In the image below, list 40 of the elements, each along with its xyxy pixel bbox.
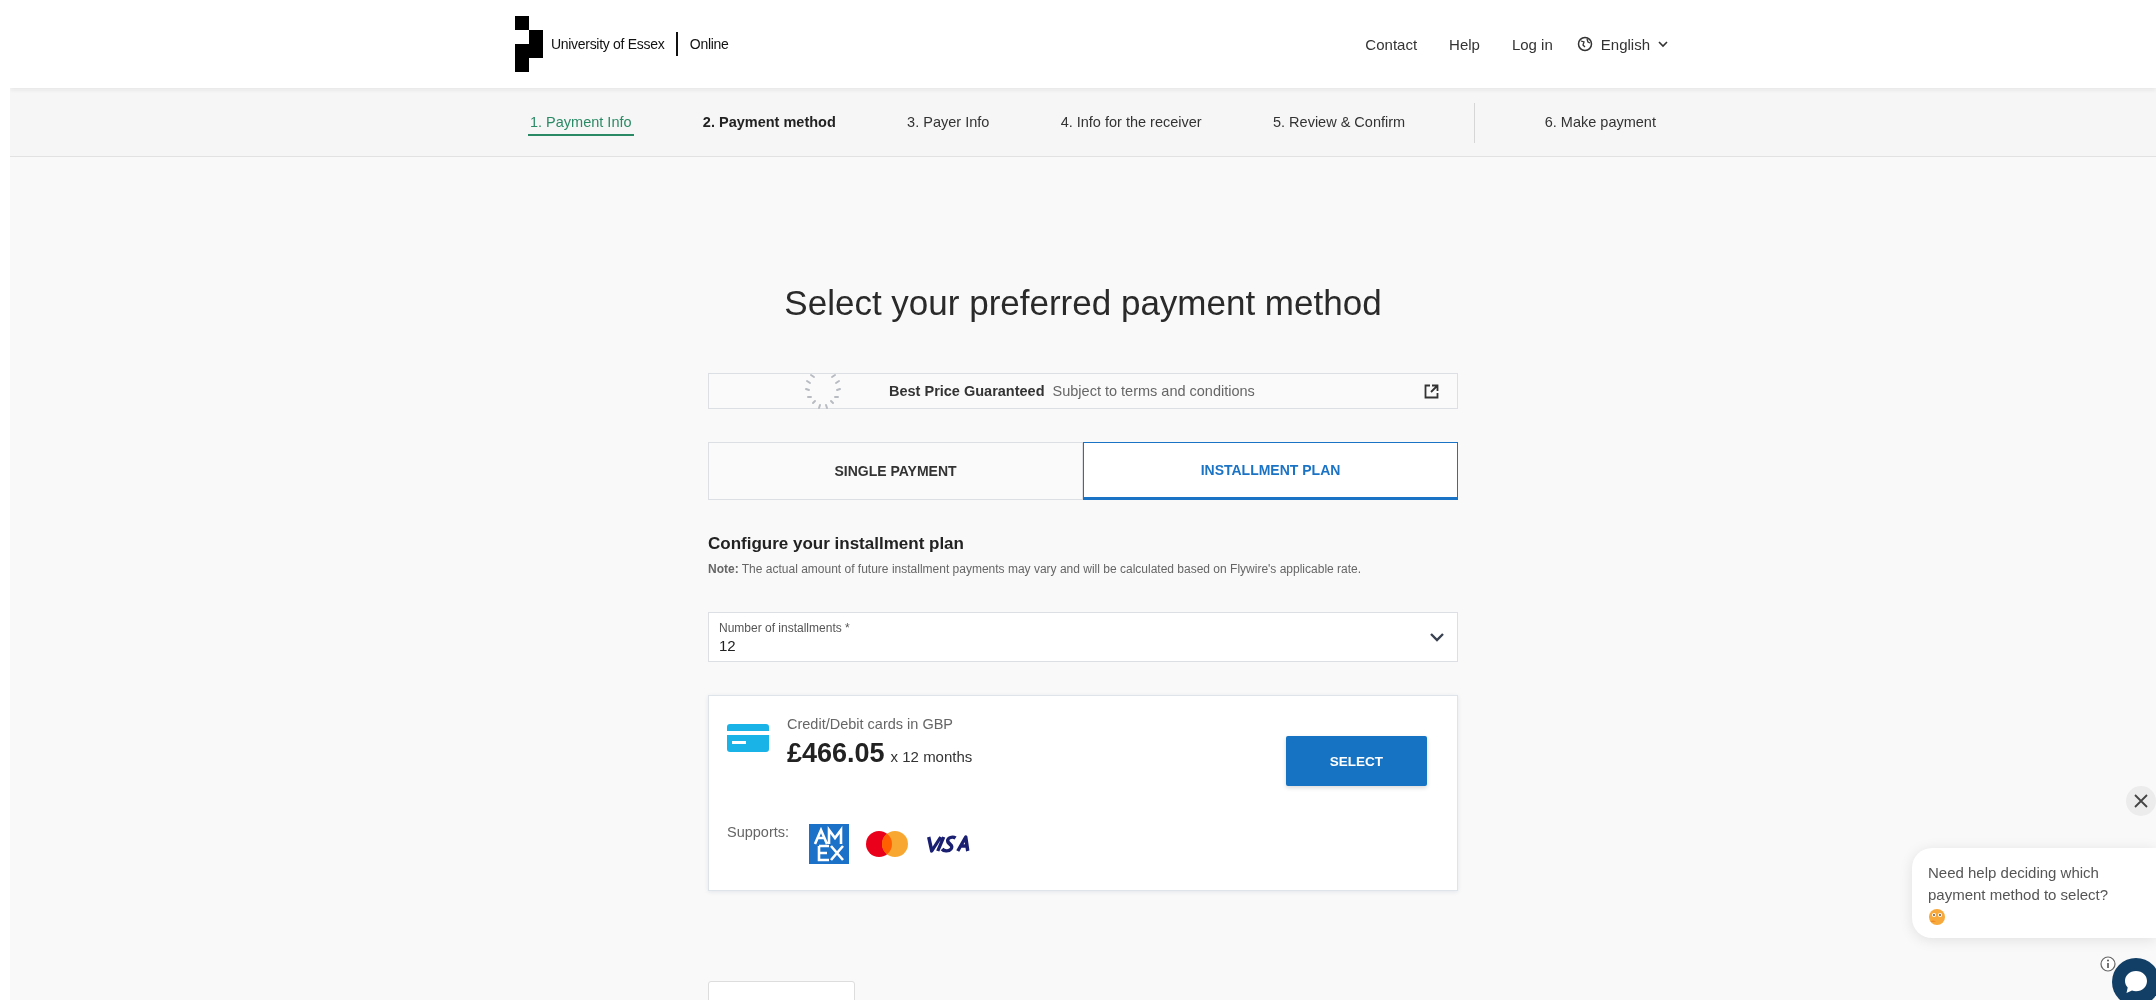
nav-link[interactable]: Contact	[1365, 35, 1418, 53]
guarantee-terms: Subject to terms and conditions	[1052, 383, 1255, 399]
chat-launcher-button[interactable]	[2112, 958, 2156, 1000]
mastercard-logo-icon	[865, 830, 910, 858]
external-link-icon[interactable]	[1424, 383, 1439, 399]
page-title: Select your preferred payment method	[784, 283, 1382, 323]
info-icon[interactable]	[2100, 956, 2116, 972]
close-icon[interactable]	[2126, 786, 2156, 816]
chat-bubble[interactable]: Need help deciding which payment method to select?	[1912, 848, 2156, 938]
installment-amount: £466.05	[787, 738, 885, 769]
option-name: Credit/Debit cards in GBP	[787, 716, 954, 732]
section-heading: Configure your installment plan	[708, 534, 965, 554]
step-label: 3. Payer Info	[906, 113, 991, 132]
payment-type-tab[interactable]: SINGLE PAYMENT	[708, 442, 1083, 500]
select-button[interactable]: SELECT	[1286, 736, 1427, 786]
step-label: 6. Make payment	[1543, 113, 1657, 132]
chevron-down-icon	[1658, 40, 1668, 48]
installment-period: x 12 months	[890, 748, 973, 765]
nav-link[interactable]: Help	[1449, 35, 1480, 53]
language-selector[interactable]: English	[1576, 35, 1668, 53]
guarantee-title: Best Price Guaranteed	[889, 383, 1045, 399]
logo-suffix: Online	[689, 36, 729, 52]
step-label: 1. Payment Info	[528, 110, 634, 136]
globe-icon	[1576, 36, 1593, 52]
supports-label: Supports:	[727, 824, 790, 840]
credit-card-icon	[727, 724, 769, 752]
thinking-face-icon	[1928, 907, 1946, 926]
speech-bubble-icon	[2123, 969, 2149, 995]
payment-type-tab[interactable]: INSTALLMENT PLAN	[1083, 442, 1458, 500]
amex-logo-icon	[809, 824, 850, 864]
chevron-down-icon	[1429, 632, 1445, 642]
note-text: Note: The actual amount of future installment payments may vary and will be calculated based on Flywire's applicable rate.	[708, 562, 1363, 576]
step-label: 2. Payment method	[701, 113, 837, 132]
step-label: 4. Info for the receiver	[1059, 113, 1203, 132]
installments-select[interactable]: Number of installments * 12	[708, 612, 1458, 662]
logo-text: University of Essex	[551, 36, 665, 52]
chat-message: Need help deciding which payment method to select?	[1928, 863, 2110, 905]
nav-link[interactable]: Log in	[1511, 35, 1553, 53]
logo-icon	[515, 16, 543, 72]
step-label: 5. Review & Confirm	[1271, 113, 1407, 132]
